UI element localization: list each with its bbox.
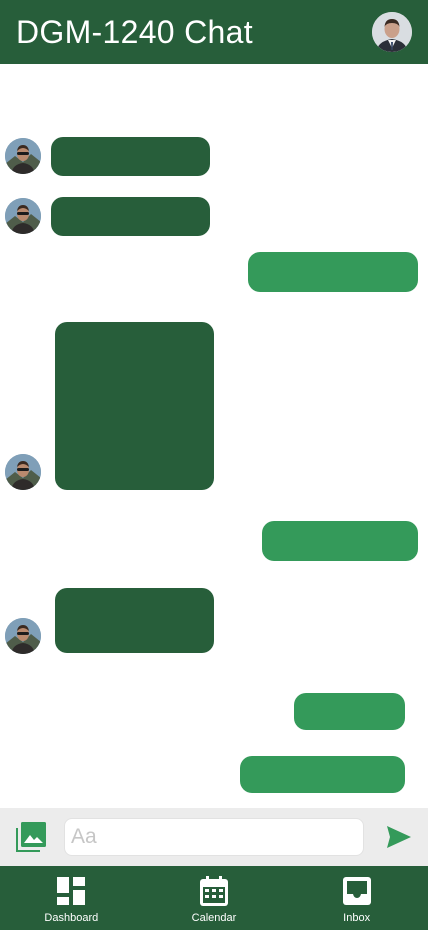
- send-icon[interactable]: [384, 822, 414, 852]
- outgoing-message-bubble[interactable]: [248, 252, 418, 292]
- page-title: DGM-1240 Chat: [16, 13, 253, 50]
- profile-avatar[interactable]: [372, 12, 412, 52]
- incoming-message-bubble[interactable]: [55, 322, 214, 490]
- tab-calendar[interactable]: Calendar: [164, 866, 264, 930]
- outgoing-message-bubble[interactable]: [294, 693, 405, 730]
- calendar-icon: [199, 876, 228, 906]
- tab-label: Calendar: [191, 912, 237, 924]
- tab-label: Inbox: [343, 912, 371, 924]
- gallery-icon[interactable]: [14, 820, 48, 854]
- bottom-tab-bar: Dashboard Calendar Inbox: [0, 866, 428, 930]
- outgoing-message-bubble[interactable]: [240, 756, 405, 793]
- tab-inbox[interactable]: Inbox: [307, 866, 407, 930]
- incoming-message-bubble[interactable]: [55, 588, 214, 653]
- sender-avatar: [5, 618, 41, 654]
- tab-label: Dashboard: [44, 912, 99, 924]
- inbox-icon: [342, 877, 371, 905]
- message-input[interactable]: [64, 818, 364, 856]
- sender-avatar: [5, 138, 41, 174]
- chat-message-list[interactable]: [0, 64, 428, 808]
- app-header: DGM-1240 Chat: [0, 0, 428, 64]
- outgoing-message-bubble[interactable]: [262, 521, 418, 561]
- sender-avatar: [5, 454, 41, 490]
- message-composer: [0, 808, 428, 866]
- incoming-message-bubble[interactable]: [51, 137, 210, 176]
- dashboard-icon: [57, 877, 86, 905]
- incoming-message-bubble[interactable]: [51, 197, 210, 236]
- tab-dashboard[interactable]: Dashboard: [21, 866, 121, 930]
- sender-avatar: [5, 198, 41, 234]
